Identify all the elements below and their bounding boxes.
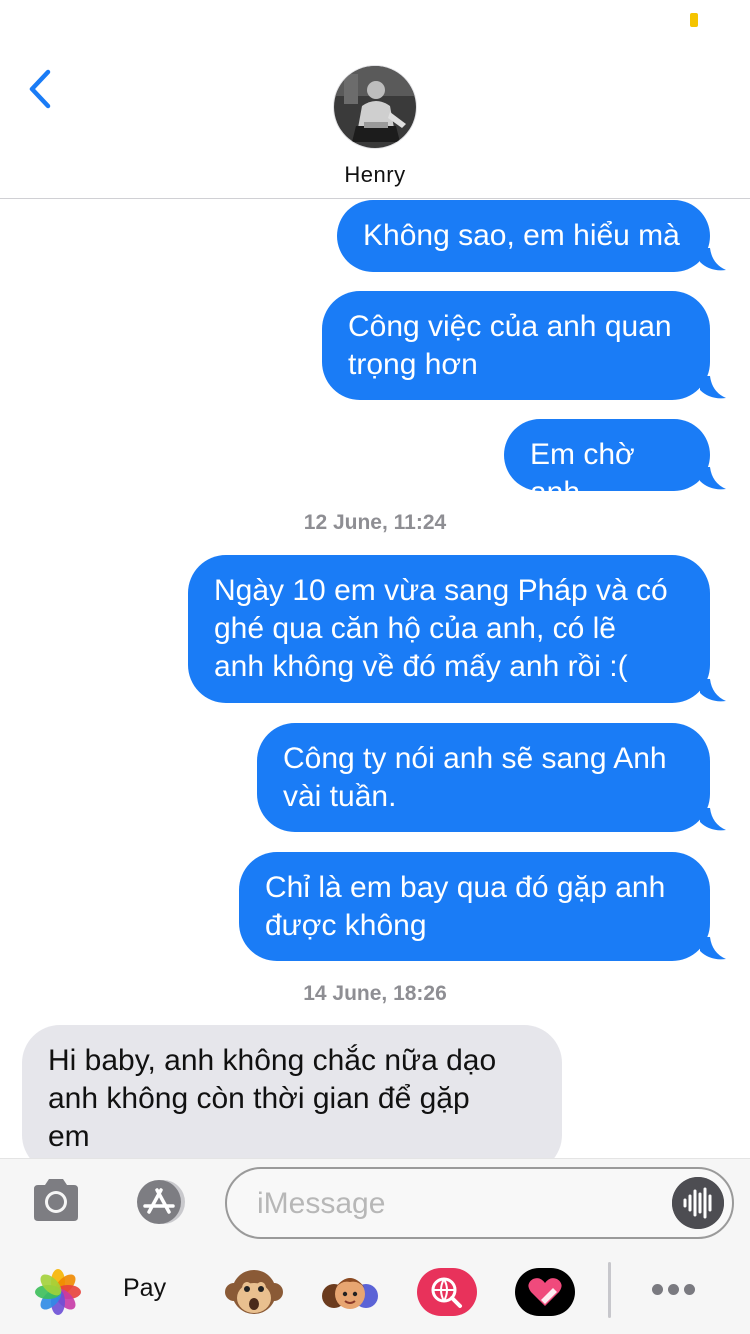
input-bar — [0, 1158, 750, 1246]
globe-search-icon — [417, 1268, 477, 1316]
contact-name[interactable]: Henry — [0, 162, 750, 188]
message-list: Không sao, em hiểu mà Công việc của anh … — [0, 200, 750, 1158]
timestamp: 14 June, 18:26 — [303, 982, 447, 1005]
camera-button[interactable] — [30, 1177, 82, 1223]
camera-icon — [34, 1179, 78, 1221]
audio-message-button[interactable] — [672, 1177, 724, 1229]
apple-pay-button[interactable]: Pay — [123, 1274, 193, 1310]
bubble-tail — [700, 808, 726, 831]
bubble-tail — [700, 937, 726, 960]
photos-app-button[interactable] — [26, 1260, 90, 1324]
message-field — [225, 1167, 734, 1239]
bubble-tail — [700, 679, 726, 702]
bubble-tail — [700, 248, 726, 271]
timestamp: 12 June, 11:24 — [303, 511, 447, 534]
memoji-stickers-button[interactable] — [318, 1260, 382, 1324]
animoji-button[interactable] — [222, 1260, 286, 1324]
more-apps-button[interactable] — [640, 1270, 706, 1310]
app-store-button[interactable] — [127, 1178, 191, 1226]
digital-touch-button[interactable] — [513, 1260, 577, 1324]
dot — [668, 1284, 679, 1295]
outgoing-message[interactable]: Công ty nói anh sẽ sang Anh vài tuần. — [257, 723, 710, 832]
dot — [652, 1284, 663, 1295]
message-input[interactable] — [257, 1184, 657, 1224]
outgoing-message[interactable]: Công việc của anh quan trọng hơn — [322, 291, 710, 400]
battery-icon — [690, 13, 698, 27]
outgoing-message[interactable]: Chỉ là em bay qua đó gặp anh được không — [239, 852, 710, 961]
app-store-icon — [137, 1180, 185, 1224]
photos-icon — [35, 1269, 81, 1315]
bubble-tail — [700, 467, 726, 490]
drawer-divider — [608, 1262, 611, 1318]
heart-touch-icon — [515, 1268, 575, 1316]
bubble-tail — [700, 376, 726, 399]
outgoing-message[interactable]: Không sao, em hiểu mà — [337, 200, 710, 272]
back-button[interactable] — [22, 66, 62, 112]
contact-avatar[interactable] — [333, 65, 417, 149]
conversation-header: Henry — [0, 40, 750, 199]
app-drawer: Pay — [0, 1246, 750, 1334]
outgoing-message[interactable]: Ngày 10 em vừa sang Pháp và có ghé qua c… — [188, 555, 710, 703]
monkey-icon — [225, 1270, 283, 1314]
incoming-message[interactable]: Hi baby, anh không chắc nữa dạo anh khôn… — [22, 1025, 562, 1158]
status-bar — [0, 0, 750, 40]
memoji-icon — [322, 1278, 378, 1309]
messages-screen: Henry Không sao, em hiểu mà Công việc củ… — [0, 0, 750, 1334]
outgoing-message[interactable]: Em chờ anh — [504, 419, 710, 509]
image-search-app-button[interactable] — [415, 1260, 479, 1324]
chevron-left-icon — [29, 69, 51, 109]
dot — [684, 1284, 695, 1295]
waveform-icon — [672, 1177, 724, 1229]
